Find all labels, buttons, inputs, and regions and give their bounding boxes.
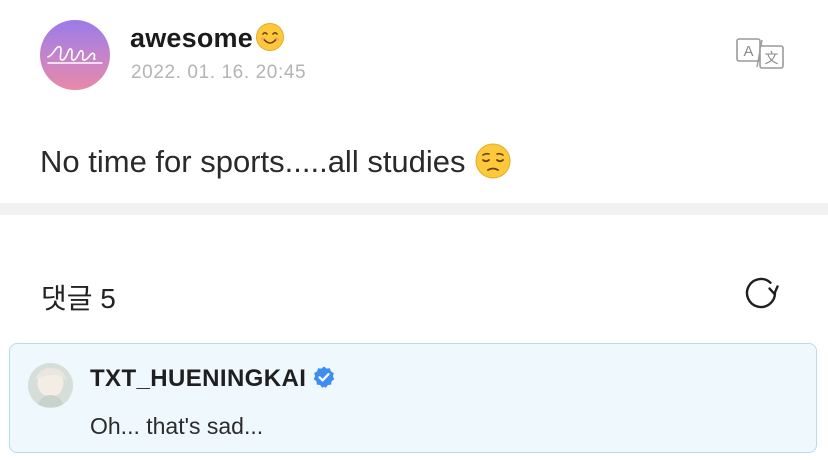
- section-divider: [0, 203, 828, 215]
- commenter-avatar[interactable]: [28, 363, 73, 408]
- post-author-name[interactable]: awesome: [130, 22, 285, 54]
- post-header: awesome 2022. 01. 16. 20:45 A 文: [0, 0, 828, 110]
- svg-text:文: 文: [765, 51, 779, 67]
- author-name-text: awesome: [130, 23, 253, 53]
- signature-logo-icon: [47, 45, 103, 64]
- refresh-icon: [745, 277, 779, 309]
- comment-card[interactable]: TXT_HUENINGKAI Oh... that's sad...: [9, 343, 817, 453]
- pensive-face-emoji-icon: [475, 143, 511, 179]
- translate-icon: A 文: [736, 38, 784, 69]
- verified-badge-icon: [313, 366, 335, 388]
- post-date: 2022. 01. 16. 20:45: [131, 62, 307, 83]
- comment-text: Oh... that's sad...: [90, 413, 264, 439]
- comments-header: 댓글 5: [41, 283, 116, 314]
- translate-button[interactable]: A 文: [735, 36, 785, 72]
- post-body-text: No time for sports.....all studies: [40, 144, 466, 179]
- commenter-name[interactable]: TXT_HUENINGKAI: [90, 365, 336, 393]
- profile-photo-icon: [28, 363, 73, 408]
- author-avatar[interactable]: [40, 20, 110, 90]
- svg-text:A: A: [743, 43, 753, 60]
- smiling-face-emoji-icon: [255, 23, 284, 51]
- post-body: No time for sports.....all studies: [40, 142, 512, 180]
- refresh-button[interactable]: [740, 272, 782, 314]
- commenter-name-text: TXT_HUENINGKAI: [90, 365, 307, 392]
